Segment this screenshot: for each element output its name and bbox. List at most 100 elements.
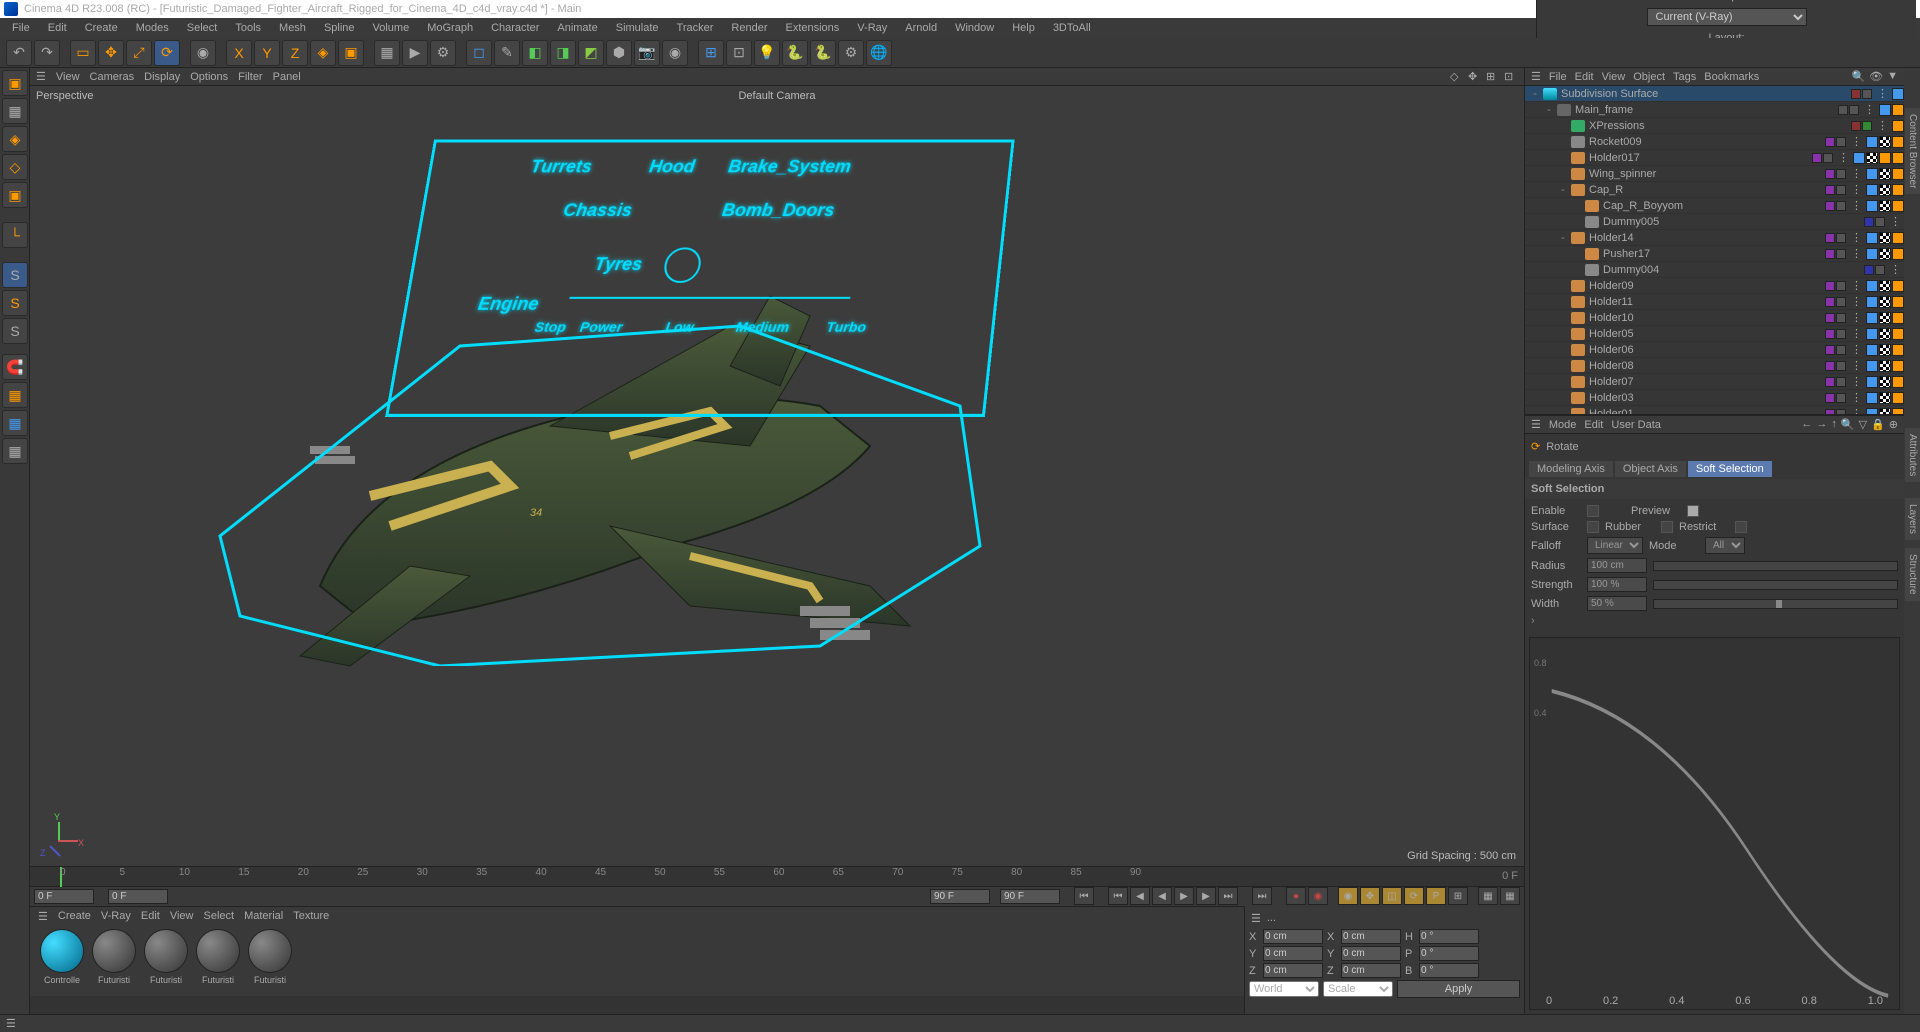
key-rot-button[interactable]: ⟳ [1404,887,1424,905]
visibility-flags[interactable] [1812,153,1833,163]
matmenu-select[interactable]: Select [204,910,235,922]
select-tool[interactable]: ▭ [70,40,96,66]
width-input[interactable] [1587,596,1647,611]
tag-o-icon[interactable] [1892,392,1904,404]
menu-mograph[interactable]: MoGraph [419,20,481,36]
sidetab-layers[interactable]: Layers [1905,498,1920,540]
add-generator-button[interactable]: ◧ [522,40,548,66]
z-axis-toggle[interactable]: Z [282,40,308,66]
object-Dummy005[interactable]: Dummy005⋮ [1525,214,1904,230]
tag-chk-icon[interactable] [1879,296,1891,308]
tag-b-icon[interactable] [1853,152,1865,164]
falloff-select[interactable]: Linear [1587,537,1643,554]
menu-help[interactable]: Help [1004,20,1043,36]
tag-b-icon[interactable] [1866,344,1878,356]
magnet-icon[interactable]: 🧲 [2,354,28,380]
tab-soft-selection[interactable]: Soft Selection [1688,461,1772,477]
object-Holder09[interactable]: Holder09⋮ [1525,278,1904,294]
preview-checkbox[interactable] [1687,505,1699,517]
light-icon[interactable]: 💡 [754,40,780,66]
add-light-button[interactable]: ◉ [662,40,688,66]
menu-modes[interactable]: Modes [128,20,177,36]
visibility-flags[interactable] [1825,169,1846,179]
tag-o-icon[interactable] [1892,104,1904,116]
tag-b-icon[interactable] [1866,232,1878,244]
sidetab-content-browser[interactable]: Content Browser [1905,108,1920,194]
fwd-icon[interactable]: → [1816,418,1827,431]
object-Pusher17[interactable]: Pusher17⋮ [1525,246,1904,262]
menu-edit[interactable]: Edit [40,20,75,36]
tag-chk-icon[interactable] [1879,344,1891,356]
edge-mode-icon[interactable]: ◇ [2,154,28,180]
tag-o-icon[interactable] [1892,168,1904,180]
prev-key-button[interactable]: ⏮ [1108,887,1128,905]
object-Holder10[interactable]: Holder10⋮ [1525,310,1904,326]
width-slider[interactable] [1653,599,1898,609]
workplane-icon[interactable]: ▦ [2,382,28,408]
menu-render[interactable]: Render [723,20,775,36]
tag-o-icon[interactable] [1892,376,1904,388]
tag-chk-icon[interactable] [1879,360,1891,372]
tag-b-icon[interactable] [1866,168,1878,180]
lock-icon[interactable]: 🔒 [1871,418,1885,431]
hamburger-icon[interactable]: ☰ [36,70,46,83]
tag-b-icon[interactable] [1866,248,1878,260]
frame-end-input[interactable] [930,889,990,904]
tag-chk-icon[interactable] [1879,376,1891,388]
viewmenu-options[interactable]: Options [190,71,228,83]
object-Rocket009[interactable]: Rocket009⋮ [1525,134,1904,150]
tag-b-icon[interactable] [1866,376,1878,388]
eye-icon[interactable]: 👁 [1869,70,1883,83]
visibility-flags[interactable] [1825,409,1846,417]
objmenu-view[interactable]: View [1602,71,1626,83]
tag-b-icon[interactable] [1866,328,1878,340]
tag-b-icon[interactable] [1866,200,1878,212]
tag-b-icon[interactable] [1866,392,1878,404]
tag-o-icon[interactable] [1892,248,1904,260]
tab-object-axis[interactable]: Object Axis [1615,461,1686,477]
size-x-input[interactable] [1341,929,1401,944]
coord-scale-select[interactable]: Scale [1323,981,1393,997]
visibility-flags[interactable] [1838,105,1859,115]
matmenu-v-ray[interactable]: V-Ray [101,910,131,922]
tag-o-icon[interactable] [1892,344,1904,356]
tag-chk-icon[interactable] [1879,232,1891,244]
key-pos-button[interactable]: ✥ [1360,887,1380,905]
goto-end-button[interactable]: ⏭ [1252,887,1272,905]
autokey-button[interactable]: ◉ [1308,887,1328,905]
visibility-flags[interactable] [1851,89,1872,99]
add-scene-button[interactable]: ⬢ [606,40,632,66]
material-3[interactable]: Futuristi [194,929,242,985]
menu-mesh[interactable]: Mesh [271,20,314,36]
hud-hood[interactable]: Hood [648,157,696,177]
menu-volume[interactable]: Volume [365,20,418,36]
add-spline-button[interactable]: ✎ [494,40,520,66]
hud-turrets[interactable]: Turrets [529,157,593,177]
object-Holder14[interactable]: -Holder14⋮ [1525,230,1904,246]
tag-chk-icon[interactable] [1879,248,1891,260]
viewmenu-panel[interactable]: Panel [273,71,301,83]
menu-select[interactable]: Select [179,20,226,36]
visibility-flags[interactable] [1851,121,1872,131]
snap-icon[interactable]: ⊡ [726,40,752,66]
tag-o-icon[interactable] [1892,200,1904,212]
restrict-checkbox[interactable] [1735,521,1747,533]
world-axis-icon[interactable]: ◈ [310,40,336,66]
expand-icon[interactable]: - [1543,104,1555,116]
undo-button[interactable]: ↶ [6,40,32,66]
apply-button[interactable]: Apply [1397,980,1520,998]
frame-end2-input[interactable] [1000,889,1060,904]
tag-o-icon[interactable] [1892,232,1904,244]
tag-chk-icon[interactable] [1879,280,1891,292]
object-Holder03[interactable]: Holder03⋮ [1525,390,1904,406]
goto-start-button[interactable]: ⏮ [1074,887,1094,905]
tag-chk-icon[interactable] [1879,328,1891,340]
menu-simulate[interactable]: Simulate [608,20,667,36]
tag-b-icon[interactable] [1879,104,1891,116]
size-y-input[interactable] [1341,946,1401,961]
hamburger-icon[interactable]: ☰ [1251,912,1261,925]
object-Main_frame[interactable]: -Main_frame⋮ [1525,102,1904,118]
gear-icon[interactable]: ⚙ [838,40,864,66]
expand-icon[interactable]: - [1529,88,1541,100]
object-Holder06[interactable]: Holder06⋮ [1525,342,1904,358]
